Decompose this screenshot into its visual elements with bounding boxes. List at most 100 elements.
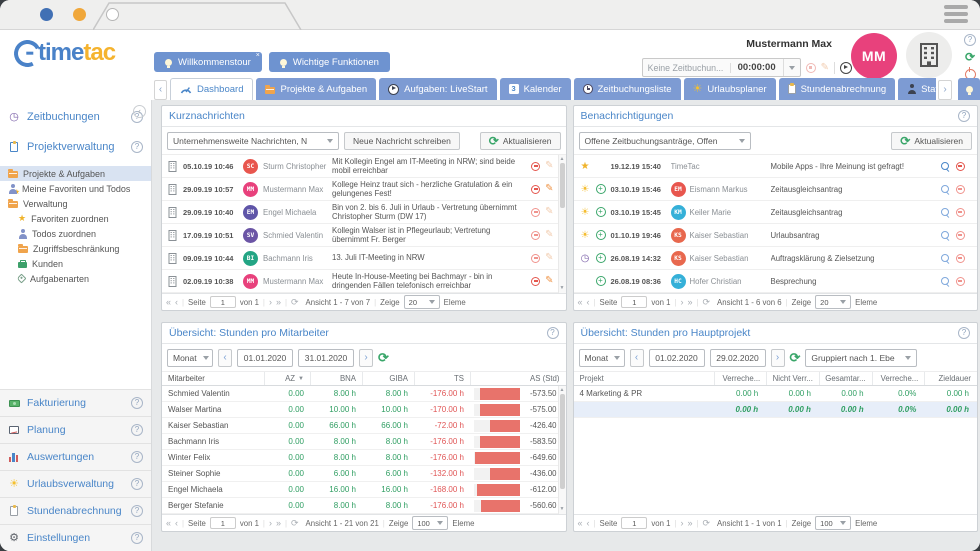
sidebar-item-projekte-aufgaben[interactable]: Projekte & Aufgaben (0, 166, 151, 181)
help-icon[interactable] (131, 141, 143, 153)
table-row[interactable]: Engel Michaela 0.00 16.00 h 16.00 h -168… (162, 482, 566, 498)
sidebar-item-kunden[interactable]: Kunden (0, 256, 151, 271)
edit-icon[interactable]: ✎ (545, 161, 553, 171)
refresh-icon[interactable]: ⟳ (291, 519, 299, 528)
prev-page-button[interactable]: ‹ (587, 298, 590, 307)
edit-icon[interactable]: ✎ (821, 63, 829, 73)
sidebar-item-favoriten-zuordnen[interactable]: ★ Favoriten zuordnen (0, 211, 151, 226)
prev-page-button[interactable]: ‹ (175, 519, 178, 528)
notification-row[interactable]: + 26.08.19 08:36 HC Hofer Christian Besp… (574, 270, 978, 293)
page-size-select[interactable]: 100 (815, 516, 851, 530)
chevron-down-icon[interactable] (783, 59, 800, 76)
sidebar-item-aufgabenarten[interactable]: Aufgabenarten (0, 271, 151, 286)
page-input[interactable]: 1 (210, 517, 236, 529)
group-by-select[interactable]: Gruppiert nach 1. Ebe (805, 349, 917, 367)
first-page-button[interactable]: « (578, 298, 583, 307)
message-row[interactable]: 29.09.19 10:40 EM Engel Michaela Bin von… (162, 201, 566, 224)
tab-projekte-aufgaben[interactable]: Projekte & Aufgaben (256, 78, 376, 100)
sidebar-item-zugriffsbeschraenkung[interactable]: Zugriffsbeschränkung (0, 241, 151, 256)
sidebar-collapse-icon[interactable]: ‹ (133, 105, 146, 118)
magnifier-icon[interactable] (941, 254, 949, 262)
help-icon[interactable] (958, 327, 970, 339)
refresh-icon[interactable]: ⟳ (702, 298, 710, 307)
refresh-button[interactable]: ⟳ Aktualisieren (480, 132, 561, 150)
new-message-button[interactable]: Neue Nachricht schreiben (344, 132, 460, 150)
prev-page-button[interactable]: ‹ (587, 519, 590, 528)
scrollbar[interactable]: ▲ ▼ (558, 386, 566, 514)
edit-icon[interactable]: ✎ (545, 184, 553, 194)
table-row[interactable]: Walser Martina 0.00 10.00 h 10.00 h -170… (162, 402, 566, 418)
tab-statusuebersicht[interactable]: Statusübersicht (898, 78, 936, 100)
avatar[interactable]: MM (851, 33, 897, 79)
tab-kalender[interactable]: Kalender (500, 78, 571, 100)
sidebar-item-fakturierung[interactable]: Fakturierung (0, 389, 151, 416)
last-page-button[interactable]: » (687, 519, 692, 528)
table-row[interactable]: Winter Felix 0.00 8.00 h 8.00 h -176.00 … (162, 450, 566, 466)
refresh-button[interactable]: ⟳ Aktualisieren (891, 132, 972, 150)
page-size-select[interactable]: 20 (404, 295, 440, 309)
date-to-input[interactable]: 29.02.2020 (710, 349, 766, 367)
period-select[interactable]: Monat (167, 349, 213, 367)
tab-scroll-right[interactable]: › (938, 80, 952, 100)
sidebar-item-zeitbuchungen[interactable]: ◷ Zeitbuchungen (0, 104, 151, 130)
refresh-icon[interactable]: ⟳ (291, 298, 299, 307)
help-icon[interactable] (131, 451, 143, 463)
message-row[interactable]: 02.09.19 10:38 MM Mustermann Max Heute I… (162, 270, 566, 293)
menu-icon[interactable] (944, 5, 968, 23)
plus-icon[interactable]: + (596, 230, 606, 240)
help-icon[interactable] (131, 505, 143, 517)
refresh-icon[interactable]: ⟳ (378, 351, 389, 364)
table-row[interactable]: Schmied Valentin 0.00 8.00 h 8.00 h -176… (162, 386, 566, 402)
prev-page-button[interactable]: ‹ (175, 298, 178, 307)
help-icon[interactable] (958, 110, 970, 122)
first-page-button[interactable]: « (578, 519, 583, 528)
last-page-button[interactable]: » (687, 298, 692, 307)
tab-scroll-left[interactable]: ‹ (154, 80, 167, 100)
help-icon[interactable] (131, 397, 143, 409)
page-size-select[interactable]: 20 (815, 295, 851, 309)
delete-icon[interactable] (531, 254, 540, 263)
delete-icon[interactable] (531, 162, 540, 171)
tab-aufgaben-livestart[interactable]: Aufgaben: LiveStart (379, 78, 496, 100)
plus-icon[interactable]: + (596, 207, 606, 217)
next-page-button[interactable]: › (680, 519, 683, 528)
dismiss-icon[interactable] (956, 231, 965, 240)
plus-icon[interactable]: + (596, 276, 606, 286)
tab-zeitbuchungsliste[interactable]: Zeitbuchungsliste (574, 78, 681, 100)
magnifier-icon[interactable] (941, 231, 949, 239)
dismiss-icon[interactable] (956, 162, 965, 171)
first-page-button[interactable]: « (166, 298, 171, 307)
sidebar-item-projektverwaltung[interactable]: Projektverwaltung (0, 134, 151, 160)
next-page-button[interactable]: › (269, 519, 272, 528)
delete-icon[interactable] (531, 231, 540, 240)
notification-row[interactable]: ◷ + 26.08.19 14:32 KS Kaiser Sebastian A… (574, 247, 978, 270)
sidebar-item-meine-favoriten[interactable]: ★ Meine Favoriten und Todos (0, 181, 151, 196)
plus-icon[interactable]: + (596, 184, 606, 194)
plus-icon[interactable]: + (596, 253, 606, 263)
tab-hints[interactable] (958, 78, 980, 100)
page-size-select[interactable]: 100 (412, 516, 448, 530)
sidebar-item-einstellungen[interactable]: ⚙ Einstellungen (0, 524, 151, 551)
date-to-input[interactable]: 31.01.2020 (298, 349, 354, 367)
next-period-button[interactable]: › (771, 349, 785, 367)
magnifier-icon[interactable] (941, 162, 949, 170)
help-icon[interactable] (131, 478, 143, 490)
magnifier-icon[interactable] (941, 277, 949, 285)
dismiss-icon[interactable] (956, 208, 965, 217)
close-icon[interactable]: × (256, 52, 260, 59)
page-input[interactable]: 1 (621, 296, 647, 308)
table-row[interactable]: Bachmann Iris 0.00 8.00 h 8.00 h -176.00… (162, 434, 566, 450)
message-row[interactable]: 09.09.19 10:44 BI Bachmann Iris 13. Juli… (162, 247, 566, 270)
delete-icon[interactable] (531, 185, 540, 194)
important-functions-button[interactable]: Wichtige Funktionen (269, 52, 390, 72)
sidebar-item-auswertungen[interactable]: Auswertungen (0, 443, 151, 470)
window-dot-orange-icon[interactable] (73, 8, 86, 21)
sidebar-item-urlaubsverwaltung[interactable]: ☀ Urlaubsverwaltung (0, 470, 151, 497)
next-page-button[interactable]: › (269, 298, 272, 307)
sidebar-item-stundenabrechnung[interactable]: Stundenabrechnung (0, 497, 151, 524)
tab-stundenabrechnung[interactable]: Stundenabrechnung (779, 78, 896, 100)
help-icon[interactable] (964, 34, 976, 46)
table-row[interactable]: Steiner Sophie 0.00 6.00 h 6.00 h -132.0… (162, 466, 566, 482)
message-row[interactable]: 17.09.19 10:51 SV Schmied Valentin Kolle… (162, 224, 566, 247)
timer-task-select[interactable]: Keine Zeitbuchun... 00:00:00 (642, 58, 801, 77)
